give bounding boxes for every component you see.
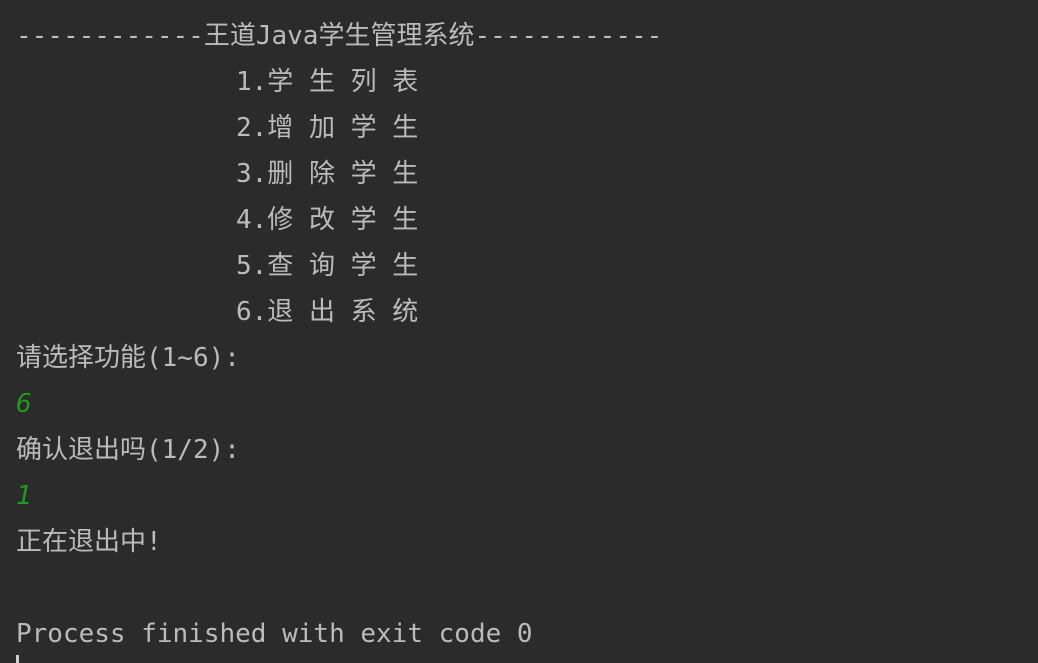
user-input-confirm: 1 bbox=[16, 481, 32, 511]
exiting-message: 正在退出中! bbox=[16, 527, 162, 557]
menu-item-list-students: 1.学 生 列 表 bbox=[236, 67, 419, 97]
console-output[interactable]: ------------王道Java学生管理系统------------ 1.学… bbox=[16, 13, 1038, 663]
system-header: ------------王道Java学生管理系统------------ bbox=[16, 21, 663, 51]
menu-item-modify-student: 4.修 改 学 生 bbox=[236, 205, 419, 235]
prompt-choose-function: 请选择功能(1~6): bbox=[16, 343, 240, 373]
menu-item-add-student: 2.增 加 学 生 bbox=[236, 113, 419, 143]
text-cursor bbox=[16, 655, 19, 663]
menu-item-exit-system: 6.退 出 系 统 bbox=[236, 297, 419, 327]
user-input-choice: 6 bbox=[16, 389, 32, 419]
menu-item-delete-student: 3.删 除 学 生 bbox=[236, 159, 419, 189]
process-finished-message: Process finished with exit code 0 bbox=[16, 619, 533, 649]
prompt-confirm-exit: 确认退出吗(1/2): bbox=[16, 435, 240, 465]
menu-item-query-student: 5.查 询 学 生 bbox=[236, 251, 419, 281]
